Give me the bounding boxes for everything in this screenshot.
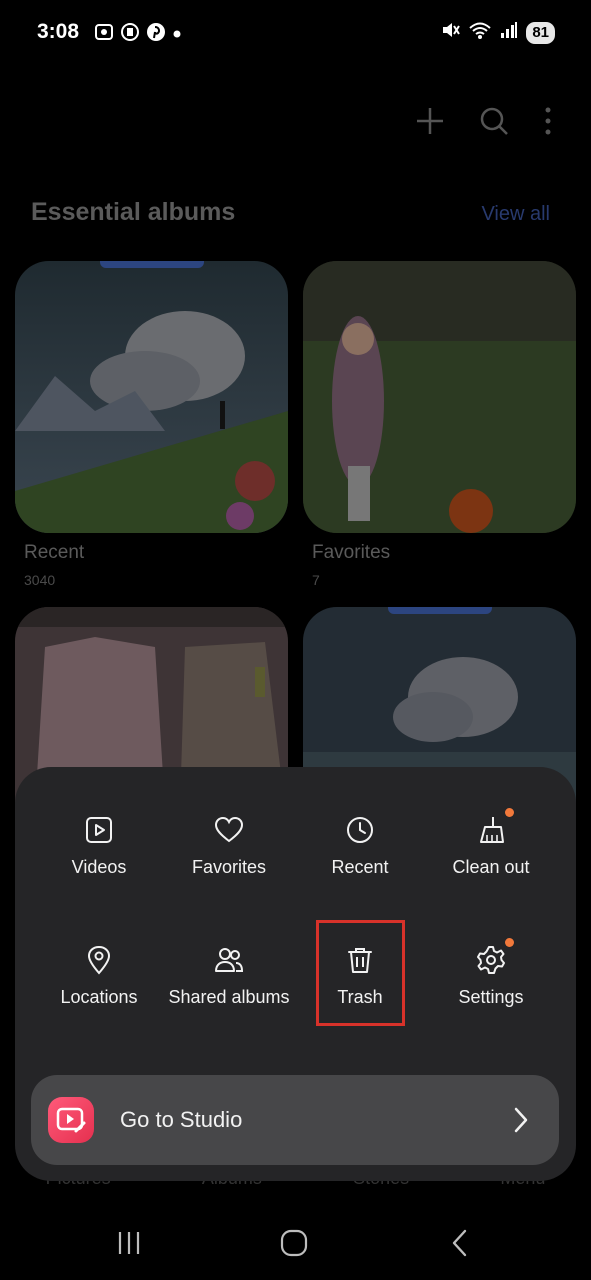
album-recent-thumbnail[interactable] — [15, 261, 288, 533]
menu-item-locations[interactable]: Locations — [31, 945, 167, 1010]
search-icon[interactable] — [479, 106, 509, 141]
gear-icon — [476, 945, 506, 975]
menu-item-label: Recent — [331, 857, 389, 877]
new-badge-dot — [505, 938, 514, 947]
location-pin-icon — [84, 945, 114, 975]
studio-app-icon — [48, 1097, 94, 1143]
back-icon[interactable] — [450, 1229, 468, 1262]
selection-highlight — [316, 920, 405, 1026]
section-title: Essential albums — [31, 198, 236, 226]
clock-icon — [345, 815, 375, 845]
menu-item-label: Videos — [71, 857, 127, 877]
menu-item-label: Clean out — [452, 857, 530, 877]
menu-item-label: Locations — [60, 987, 138, 1007]
menu-item-favorites[interactable]: Favorites — [161, 815, 297, 880]
people-icon — [214, 945, 244, 975]
menu-item-shared-albums[interactable]: Shared albums — [161, 945, 297, 1010]
menu-item-recent[interactable]: Recent — [292, 815, 428, 880]
view-all-link[interactable]: View all — [481, 203, 550, 226]
menu-popup: Videos Favorites Recent Clean out Locati… — [15, 767, 576, 1181]
video-icon — [84, 815, 114, 845]
add-icon[interactable] — [415, 106, 445, 141]
broom-icon — [476, 815, 506, 845]
album-highlight-pill — [387, 607, 492, 614]
album-count: 3040 — [24, 572, 56, 588]
app-badge-icon — [120, 22, 140, 47]
studio-label: Go to Studio — [120, 1107, 243, 1132]
new-badge-dot — [505, 808, 514, 817]
menu-item-label: Settings — [458, 987, 524, 1007]
battery-indicator: 81 — [526, 21, 555, 44]
home-icon[interactable] — [280, 1229, 308, 1262]
more-options-icon[interactable] — [543, 106, 553, 141]
status-time: 3:08 — [37, 20, 80, 43]
wifi-icon — [468, 20, 492, 45]
signal-icon — [500, 21, 518, 44]
heart-icon — [214, 815, 244, 845]
status-notification-icons — [94, 22, 182, 47]
album-count: 7 — [312, 572, 320, 588]
menu-item-settings[interactable]: Settings — [423, 938, 559, 1010]
recent-apps-icon[interactable] — [116, 1230, 142, 1261]
status-system-icons: 81 — [440, 20, 555, 45]
chevron-right-icon — [513, 1107, 529, 1138]
system-navigation-bar — [0, 1212, 591, 1280]
menu-item-clean-out[interactable]: Clean out — [423, 808, 559, 880]
go-to-studio-button[interactable]: Go to Studio — [31, 1075, 559, 1165]
album-favorites-thumbnail[interactable] — [303, 261, 576, 533]
menu-item-videos[interactable]: Videos — [31, 815, 167, 880]
notification-dot-icon — [172, 26, 182, 44]
album-name: Recent — [24, 542, 85, 563]
menu-item-label: Favorites — [191, 857, 267, 877]
status-bar: 3:08 81 — [0, 0, 591, 64]
screenshot-icon — [94, 22, 114, 47]
album-name: Favorites — [312, 542, 391, 563]
pinterest-icon — [146, 22, 166, 47]
mute-icon — [440, 20, 461, 45]
menu-item-label: Shared albums — [168, 987, 290, 1007]
top-actions — [415, 106, 553, 141]
album-highlight-pill — [99, 261, 204, 268]
